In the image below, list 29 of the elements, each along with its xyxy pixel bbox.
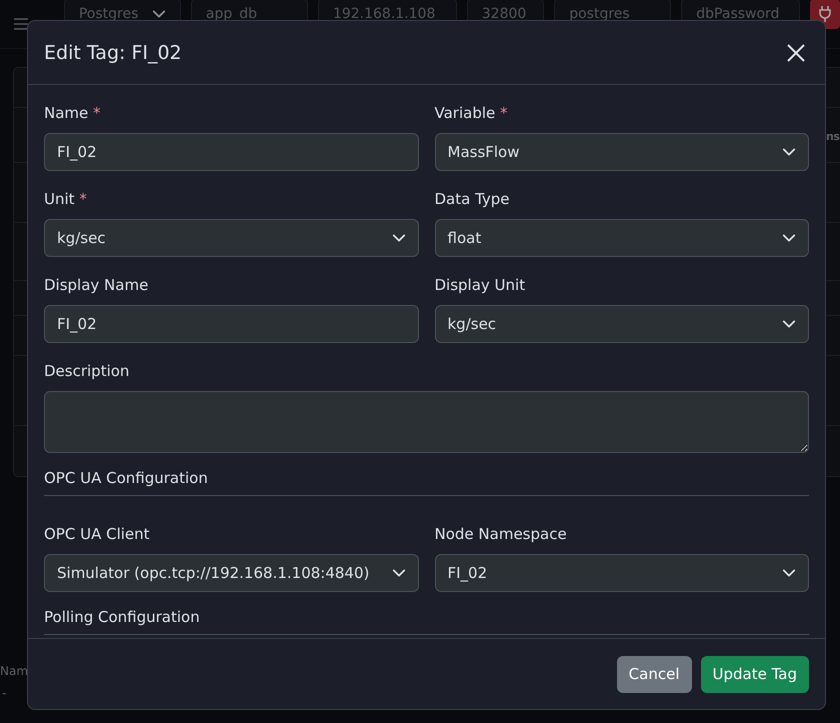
text-field[interactable]: FI_02	[44, 133, 418, 171]
select-field[interactable]: Simulator (opc.tcp://192.168.1.108:4840)	[44, 554, 418, 592]
select-field[interactable]: MassFlow	[434, 133, 809, 171]
section-heading: OPC UA Configuration	[44, 466, 809, 496]
update-button[interactable]: Update Tag	[700, 656, 809, 692]
field-label: Name *	[44, 103, 102, 124]
field-label: Display Name	[44, 275, 150, 296]
field-label: Display Unit	[434, 275, 526, 296]
menu-icon[interactable]	[14, 18, 28, 30]
field-label: Node Namespace	[434, 524, 568, 545]
select-field[interactable]: float	[434, 219, 809, 257]
plug-icon	[819, 6, 832, 22]
table-cell: -	[2, 686, 6, 700]
select-field[interactable]: kg/sec	[44, 219, 418, 257]
text-field[interactable]: FI_02	[44, 305, 418, 343]
section-heading: Polling Configuration	[44, 605, 809, 635]
column-header: ns	[826, 130, 840, 143]
field-label: Data Type	[434, 189, 511, 210]
cancel-button[interactable]: Cancel	[616, 656, 692, 692]
column-header: Nam	[0, 664, 28, 678]
close-icon	[787, 44, 805, 62]
field-label: Variable *	[434, 103, 509, 124]
dialog-title: Edit Tag: FI_02	[44, 42, 182, 64]
field-label: Description	[44, 361, 130, 382]
field-label: Unit *	[44, 189, 88, 210]
select-field[interactable]: FI_02	[434, 554, 809, 592]
textarea-field[interactable]	[44, 391, 809, 453]
select-field[interactable]: kg/sec	[434, 305, 809, 343]
field-label: OPC UA Client	[44, 524, 151, 545]
